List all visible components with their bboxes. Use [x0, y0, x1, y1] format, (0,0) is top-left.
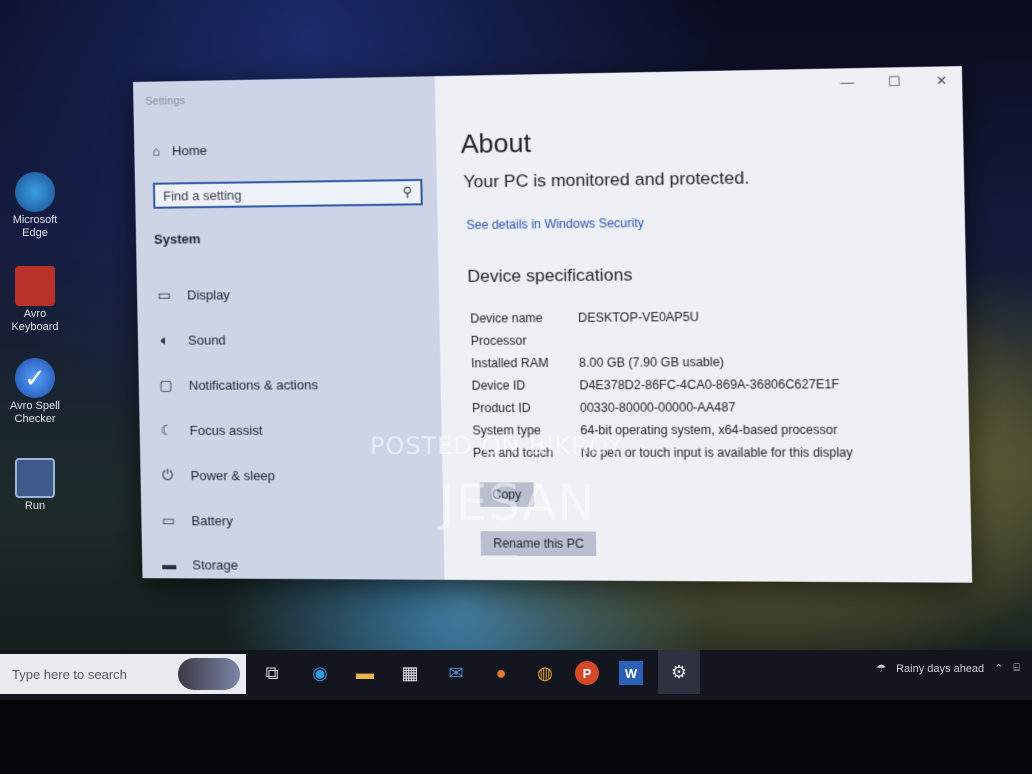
security-details-link[interactable]: See details in Windows Security — [466, 216, 644, 232]
window-title: Settings — [145, 95, 185, 108]
store-icon[interactable]: ▦ — [395, 658, 425, 688]
watermark-name: JESAN — [440, 474, 596, 532]
desktop-icon-label: Run — [0, 500, 70, 513]
task-view-icon[interactable]: ⧉ — [257, 658, 287, 688]
sidebar-item-label: Battery — [191, 513, 233, 528]
page-title: About — [460, 127, 531, 160]
battery-icon: ▭ — [159, 512, 177, 529]
powerpoint-icon[interactable]: P — [575, 661, 599, 685]
spec-row-device-name: Device name DESKTOP-VE0AP5U — [470, 310, 699, 326]
chevron-up-icon[interactable]: ⌃ — [994, 662, 1003, 675]
sidebar-item-notifications[interactable]: ▢ Notifications & actions — [157, 376, 318, 394]
file-explorer-icon[interactable]: ▬ — [350, 658, 380, 688]
window-controls: — ☐ ✕ — [839, 73, 949, 92]
sidebar-item-power-sleep[interactable]: ⏻ Power & sleep — [158, 467, 275, 484]
desktop-icon-label: Avro Keyboard — [0, 308, 70, 334]
desktop-icon-run[interactable]: Run — [0, 458, 70, 513]
edge-icon[interactable]: ◉ — [305, 658, 335, 688]
sidebar-item-label: Sound — [188, 332, 226, 347]
taskbar-search-placeholder: Type here to search — [12, 667, 127, 682]
desktop-icon-edge[interactable]: Microsoft Edge — [0, 172, 70, 240]
spec-row-installed-ram: Installed RAM 8.00 GB (7.90 GB usable) — [471, 355, 724, 371]
spec-row-device-id: Device ID D4E378D2-86FC-4CA0-869A-36806C… — [471, 377, 839, 393]
sidebar-item-battery[interactable]: ▭ Battery — [159, 512, 233, 529]
sidebar-item-sound[interactable]: 🔈︎ Sound — [156, 331, 226, 348]
spec-value: 8.00 GB (7.90 GB usable) — [579, 355, 724, 370]
spellcheck-icon: ✓ — [15, 358, 55, 398]
weather-text[interactable]: Rainy days ahead — [896, 663, 984, 675]
sidebar-item-label: Display — [187, 287, 230, 302]
edge-icon — [15, 172, 55, 212]
maximize-button[interactable]: ☐ — [887, 73, 902, 90]
spec-key: Device name — [470, 311, 578, 326]
sidebar-item-label: Power & sleep — [190, 468, 275, 483]
spec-value: 00330-80000-00000-AA487 — [580, 400, 736, 415]
spec-value: D4E378D2-86FC-4CA0-869A-36806C627E1F — [579, 377, 839, 392]
desktop-icon-avro-spell-checker[interactable]: ✓ Avro Spell Checker — [0, 358, 70, 426]
sidebar-item-label: Focus assist — [190, 423, 263, 438]
sidebar-item-display[interactable]: ▭ Display — [155, 286, 230, 304]
sidebar-item-focus-assist[interactable]: ☾ Focus assist — [157, 422, 262, 439]
network-icon[interactable]: ⌸ — [1013, 662, 1020, 675]
spec-value: DESKTOP-VE0AP5U — [578, 310, 699, 325]
nav-home-label: Home — [172, 143, 207, 159]
moon-icon: ☾ — [157, 422, 175, 439]
firefox-icon[interactable]: ● — [486, 658, 516, 688]
power-icon: ⏻ — [158, 467, 176, 484]
sidebar-item-label: Storage — [192, 557, 238, 572]
rename-pc-button[interactable]: Rename this PC — [481, 531, 597, 556]
watermark-posted: POSTED ON BIKROY — [370, 432, 623, 460]
screen-bezel — [0, 700, 1032, 774]
spec-row-product-id: Product ID 00330-80000-00000-AA487 — [472, 400, 736, 415]
system-tray: ☂ Rainy days ahead ⌃ ⌸ — [876, 662, 1020, 675]
taskbar: Type here to search ⧉ ◉ ▬ ▦ ✉ ● ◍ P W ⚙ … — [0, 650, 1032, 700]
settings-search-input[interactable]: Find a setting ⚲ — [153, 179, 423, 209]
keyboard-icon — [15, 266, 55, 306]
storage-icon: ▬ — [160, 556, 178, 572]
settings-icon[interactable]: ⚙ — [658, 650, 700, 694]
close-button[interactable]: ✕ — [934, 73, 949, 90]
run-icon — [15, 458, 55, 498]
speaker-icon: 🔈︎ — [156, 332, 174, 349]
spec-key: Installed RAM — [471, 356, 579, 371]
home-icon: ⌂ — [152, 144, 160, 159]
monitor-icon: ▭ — [155, 287, 173, 304]
nav-home[interactable]: ⌂ Home — [152, 143, 207, 159]
minimize-button[interactable]: — — [839, 74, 854, 91]
section-label: System — [154, 231, 201, 247]
cortana-icon[interactable] — [178, 658, 240, 690]
sidebar-item-storage[interactable]: ▬ Storage — [160, 556, 238, 572]
desktop-icon-avro-keyboard[interactable]: Avro Keyboard — [0, 266, 70, 334]
settings-sidebar: Settings ⌂ Home Find a setting ⚲ System … — [133, 76, 444, 580]
protection-status: Your PC is monitored and protected. — [463, 168, 749, 192]
weather-icon[interactable]: ☂ — [876, 662, 886, 675]
search-placeholder: Find a setting — [163, 187, 242, 203]
taskbar-search-input[interactable]: Type here to search — [0, 654, 246, 694]
spec-key: Product ID — [472, 401, 580, 416]
specs-heading: Device specifications — [467, 265, 632, 287]
sidebar-item-label: Notifications & actions — [189, 377, 318, 393]
notification-icon: ▢ — [157, 377, 175, 394]
desktop-icon-label: Microsoft Edge — [0, 214, 70, 240]
chrome-icon[interactable]: ◍ — [530, 658, 560, 688]
search-icon: ⚲ — [402, 184, 412, 200]
mail-icon[interactable]: ✉ — [441, 658, 471, 688]
spec-key: Device ID — [471, 378, 579, 393]
spec-row-processor: Processor — [471, 333, 579, 348]
word-icon[interactable]: W — [619, 661, 643, 685]
desktop-icon-label: Avro Spell Checker — [0, 400, 70, 426]
spec-key: Processor — [471, 333, 579, 348]
